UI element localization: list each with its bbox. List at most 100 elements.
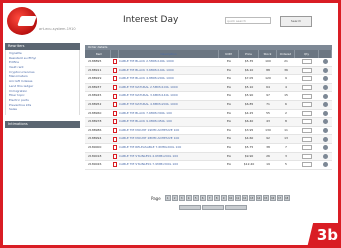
add-to-cart-icon[interactable] <box>323 162 328 168</box>
pdf-icon[interactable] <box>113 145 117 151</box>
add-to-cart-icon[interactable] <box>323 76 328 82</box>
qty-cell <box>295 110 319 118</box>
add-to-cart-icon[interactable] <box>323 59 328 65</box>
quantity-input[interactable] <box>302 128 312 134</box>
item-description-link[interactable]: CABLE TIE BLACK 9.0MMx450L 100 <box>119 118 219 126</box>
search-input[interactable]: quick search <box>225 17 271 24</box>
pdf-cell <box>111 127 119 135</box>
pdf-icon[interactable] <box>113 102 117 108</box>
page-number-button[interactable]: 17 <box>276 195 283 201</box>
add-cell <box>319 110 332 118</box>
item-description-link[interactable]: CABLE TIE STAINLESS 4.6MMx200L 100 <box>119 153 219 161</box>
page-number-button[interactable]: 6 <box>199 195 206 201</box>
quantity-input[interactable] <box>302 93 312 99</box>
page-number-button[interactable]: 1 <box>164 195 171 201</box>
quantity-input[interactable] <box>302 59 312 65</box>
item-price: $6.40 <box>244 119 254 124</box>
quantity-input[interactable] <box>302 67 312 73</box>
add-to-cart-icon[interactable] <box>323 93 328 99</box>
pdf-icon[interactable] <box>113 119 117 125</box>
quantity-input[interactable] <box>302 85 312 91</box>
pager-label: Page <box>151 195 161 201</box>
add-cell <box>319 118 332 126</box>
add-to-cart-icon[interactable] <box>323 153 328 159</box>
pdf-icon[interactable] <box>113 93 117 99</box>
item-description-link[interactable]: CABLE TIE BLACK 4.8MMx200L 1000 <box>119 75 219 83</box>
page-number-button[interactable]: 3 <box>178 195 185 201</box>
add-to-cart-icon[interactable] <box>323 136 328 142</box>
quantity-input[interactable] <box>302 110 312 116</box>
page-number-button[interactable]: 10 <box>227 195 234 201</box>
pdf-icon[interactable] <box>113 59 117 65</box>
page-number-button[interactable]: 11 <box>234 195 241 201</box>
quantity-input[interactable] <box>302 76 312 82</box>
qty-cell <box>295 161 319 169</box>
item-description-link[interactable]: CABLE TIE MOUNT 28MM ADHESIVE 100 <box>119 135 219 143</box>
item-description-link[interactable]: CABLE TIE MOUNT 19MM ADHESIVE 100 <box>119 127 219 135</box>
pdf-icon[interactable] <box>113 128 117 134</box>
page-number-button[interactable]: 13 <box>248 195 255 201</box>
pdf-icon[interactable] <box>113 67 117 73</box>
prev-page-button[interactable] <box>179 205 201 210</box>
table-row: 2188945 CABLE TIE NATURAL 3.6MMx140L 1000… <box>85 92 332 101</box>
add-to-cart-icon[interactable] <box>323 67 328 73</box>
item-ordered: 6 <box>285 101 287 106</box>
page-number-button[interactable]: 16 <box>269 195 276 201</box>
pdf-cell <box>111 118 119 126</box>
add-to-cart-icon[interactable] <box>323 119 328 125</box>
item-stock: 130 <box>265 127 271 132</box>
pdf-cell <box>111 92 119 100</box>
page-number-button[interactable]: 5 <box>192 195 199 201</box>
pdf-icon[interactable] <box>113 136 117 142</box>
add-to-cart-icon[interactable] <box>323 102 328 108</box>
page-number-button[interactable]: 15 <box>262 195 269 201</box>
page-number-button[interactable]: 18 <box>283 195 290 201</box>
item-description-link[interactable]: CABLE TIE BLACK 7.6MMx300L 100 <box>119 110 219 118</box>
item-price: $6.85 <box>244 101 254 106</box>
quantity-input[interactable] <box>302 162 312 168</box>
item-description-link[interactable]: CABLE TIE RELEASABLE 7.6MMx200L 100 <box>119 144 219 152</box>
qty-cell <box>295 135 319 143</box>
quantity-input[interactable] <box>302 119 312 125</box>
quantity-input[interactable] <box>302 145 312 151</box>
item-code: 2188952 <box>88 101 102 106</box>
add-to-cart-icon[interactable] <box>323 128 328 134</box>
item-description-link[interactable]: CABLE TIE STAINLESS 7.9MMx300L 100 <box>119 161 219 169</box>
column-header: Price <box>239 50 259 58</box>
pdf-icon[interactable] <box>113 85 117 91</box>
pdf-icon[interactable] <box>113 76 117 82</box>
quantity-input[interactable] <box>302 136 312 142</box>
item-stock: 120 <box>265 76 271 81</box>
page-number-button[interactable]: 8 <box>213 195 220 201</box>
add-cell <box>319 67 332 75</box>
quantity-input[interactable] <box>302 153 312 159</box>
sidebar-item[interactable]: Sales <box>6 107 79 112</box>
page-number-button[interactable]: 9 <box>220 195 227 201</box>
pdf-icon[interactable] <box>113 110 117 116</box>
pdf-icon[interactable] <box>113 153 117 159</box>
page-number-button[interactable]: 14 <box>255 195 262 201</box>
brand-logo[interactable] <box>7 7 37 35</box>
pdf-icon[interactable] <box>113 162 117 168</box>
item-description-link[interactable]: CABLE TIE NATURAL 4.8MMx200L 1000 <box>119 101 219 109</box>
page-number-button[interactable]: 2 <box>171 195 178 201</box>
item-description-link[interactable]: CABLE TIE BLACK 3.6MMx140L 1000 <box>119 67 219 75</box>
table-row: 2189026 CABLE TIE STAINLESS 7.9MMx300L 10… <box>85 161 332 170</box>
pagination-secondary <box>179 205 248 210</box>
last-page-button[interactable] <box>225 205 247 210</box>
item-description-link[interactable]: CABLE TIE BLACK 2.5MMx100L 1000 <box>119 58 219 66</box>
add-cell <box>319 153 332 161</box>
next-page-button[interactable] <box>202 205 224 210</box>
add-to-cart-icon[interactable] <box>323 85 328 91</box>
page-number-button[interactable]: 12 <box>241 195 248 201</box>
table-header: Item Description UOM Price Stock Ordered Qty <box>85 50 332 58</box>
item-description-link[interactable]: CABLE TIE NATURAL 2.5MMx100L 1000 <box>119 84 219 92</box>
item-description-link[interactable]: CABLE TIE NATURAL 3.6MMx140L 1000 <box>119 92 219 100</box>
page-number-button[interactable]: 7 <box>206 195 213 201</box>
quantity-input[interactable] <box>302 102 312 108</box>
page-number-button[interactable]: 4 <box>185 195 192 201</box>
add-to-cart-icon[interactable] <box>323 110 328 116</box>
item-stock: 55 <box>266 110 270 115</box>
search-button[interactable]: Search <box>280 16 312 27</box>
add-to-cart-icon[interactable] <box>323 145 328 151</box>
